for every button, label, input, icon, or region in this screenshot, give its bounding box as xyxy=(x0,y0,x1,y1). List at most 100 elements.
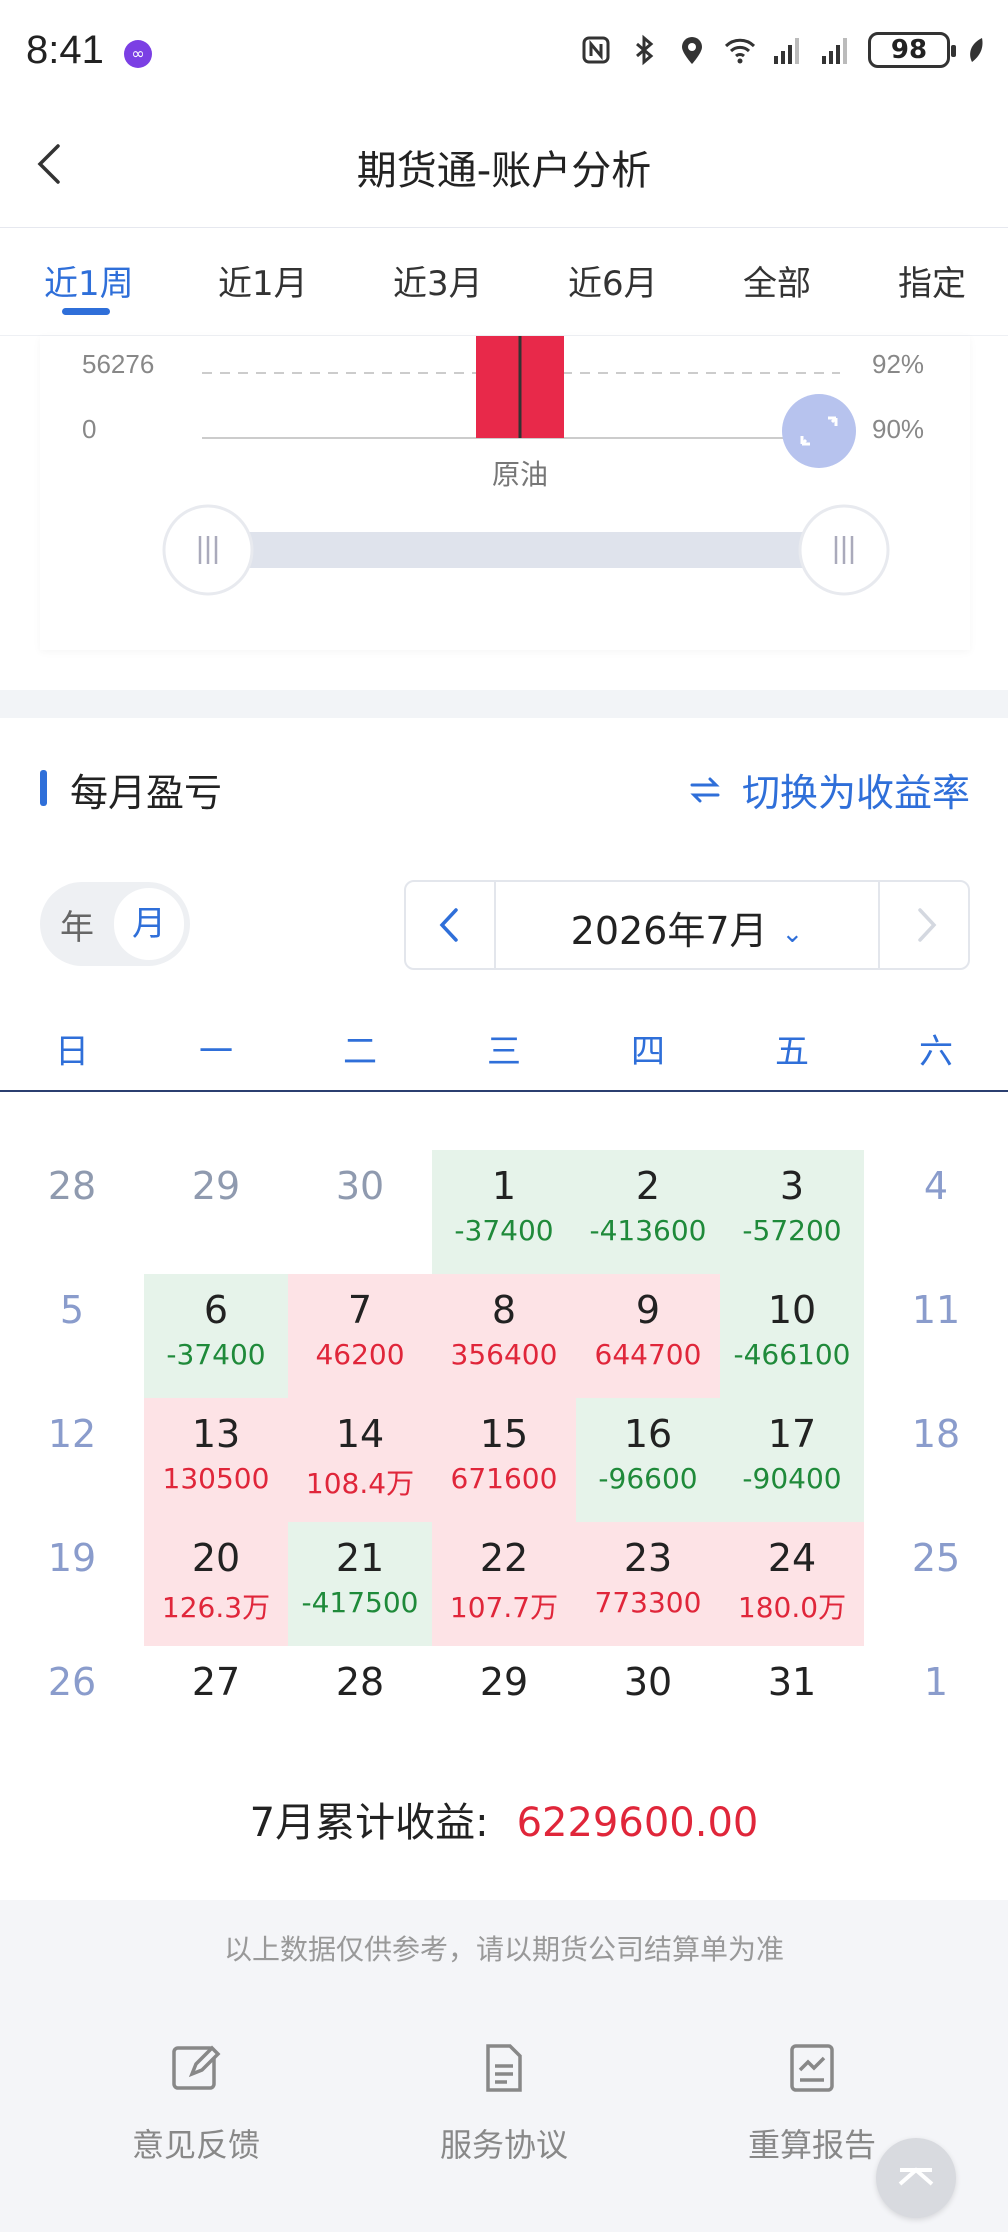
calendar-day-number: 4 xyxy=(923,1164,949,1208)
calendar-day-cell[interactable]: 13 130500 xyxy=(144,1398,288,1522)
chevron-down-icon: ⌄ xyxy=(781,918,804,949)
tab-all[interactable]: 全部 xyxy=(743,256,811,305)
calendar-day-cell[interactable]: 24 180.0万 xyxy=(720,1522,864,1646)
switch-label: 切换为收益率 xyxy=(741,771,970,815)
scroll-to-top-button[interactable] xyxy=(876,2138,956,2218)
tab-week[interactable]: 近1周 xyxy=(44,256,134,305)
weekday-thu: 四 xyxy=(631,1032,665,1072)
year-month-toggle[interactable]: 年 月 xyxy=(40,882,190,966)
calendar-day-cell[interactable]: 19 xyxy=(0,1522,144,1646)
calendar-day-cell[interactable]: 17 -90400 xyxy=(720,1398,864,1522)
calendar-day-cell[interactable]: 22 107.7万 xyxy=(432,1522,576,1646)
nfc-icon xyxy=(582,36,610,64)
calendar-day-pl: -37400 xyxy=(166,1338,266,1371)
weekday-tue: 二 xyxy=(343,1032,377,1072)
calendar-day-number: 22 xyxy=(479,1536,529,1580)
calendar-day-cell[interactable]: 1 xyxy=(864,1646,1008,1770)
calendar-day-cell[interactable]: 10 -466100 xyxy=(720,1274,864,1398)
signal-icon xyxy=(774,38,799,64)
zoom-handle-right[interactable] xyxy=(798,504,890,596)
calendar-day-cell[interactable]: 29 xyxy=(144,1150,288,1274)
calendar-day-cell[interactable]: 29 xyxy=(432,1646,576,1770)
feedback-button[interactable]: 意见反馈 xyxy=(76,2040,316,2166)
calendar-day-cell[interactable]: 11 xyxy=(864,1274,1008,1398)
pl-calendar: 28 29 30 1 -37400 2 -413600 3 -57200 4 5 6 -37400 7 46… xyxy=(0,1150,1008,1770)
calendar-day-cell[interactable]: 15 671600 xyxy=(432,1398,576,1522)
service-agreement-button[interactable]: 服务协议 xyxy=(384,2040,624,2166)
calendar-day-cell[interactable]: 30 xyxy=(288,1150,432,1274)
battery-indicator: 98 xyxy=(868,32,956,68)
zoom-handle-left[interactable] xyxy=(162,504,254,596)
calendar-day-cell[interactable]: 27 xyxy=(144,1646,288,1770)
toggle-month[interactable]: 月 xyxy=(114,888,184,960)
calendar-day-cell[interactable]: 1 -37400 xyxy=(432,1150,576,1274)
wifi-icon xyxy=(724,38,756,64)
month-select[interactable]: 2026年7月 ⌄ xyxy=(496,900,878,955)
calendar-day-cell[interactable]: 23 773300 xyxy=(576,1522,720,1646)
zoom-slider-track[interactable] xyxy=(175,532,830,568)
toggle-year[interactable]: 年 xyxy=(60,900,94,949)
calendar-day-cell[interactable]: 30 xyxy=(576,1646,720,1770)
y-left-tick-bottom: 0 xyxy=(82,414,96,444)
calendar-day-pl: 126.3万 xyxy=(161,1591,271,1624)
calendar-day-number: 5 xyxy=(59,1288,85,1332)
calendar-day-cell[interactable]: 28 xyxy=(288,1646,432,1770)
y-right-tick-top: 92% xyxy=(872,349,924,379)
tab-custom[interactable]: 指定 xyxy=(898,256,966,305)
tab-1-month[interactable]: 近1月 xyxy=(218,256,308,305)
calendar-day-number: 2 xyxy=(635,1164,661,1208)
calendar-day-cell[interactable]: 3 -57200 xyxy=(720,1150,864,1274)
weekday-mon: 一 xyxy=(199,1032,233,1072)
tab-3-months[interactable]: 近3月 xyxy=(393,256,483,305)
calendar-day-cell[interactable]: 4 xyxy=(864,1150,1008,1274)
weekday-header: 日 一 二 三 四 五 六 xyxy=(0,1016,1008,1092)
next-month-button[interactable] xyxy=(878,882,968,968)
calendar-day-cell[interactable]: 9 644700 xyxy=(576,1274,720,1398)
weekday-sat: 六 xyxy=(919,1032,953,1072)
leaf-icon xyxy=(970,38,983,62)
calendar-day-number: 19 xyxy=(47,1536,97,1580)
calendar-day-cell[interactable]: 2 -413600 xyxy=(576,1150,720,1274)
chevron-left-icon xyxy=(439,908,458,942)
calendar-day-cell[interactable]: 12 xyxy=(0,1398,144,1522)
page-title: 期货通-账户分析 xyxy=(356,148,652,194)
calendar-day-cell[interactable]: 26 xyxy=(0,1646,144,1770)
calendar-day-cell[interactable]: 8 356400 xyxy=(432,1274,576,1398)
calendar-day-pl: 130500 xyxy=(162,1462,270,1495)
calendar-day-cell[interactable]: 28 xyxy=(0,1150,144,1274)
x-category-label: 原油 xyxy=(492,459,548,490)
switch-to-return-rate-button[interactable]: 切换为收益率 xyxy=(686,762,970,817)
calendar-day-pl: 671600 xyxy=(450,1462,558,1495)
calendar-day-cell[interactable]: 14 108.4万 xyxy=(288,1398,432,1522)
calendar-day-cell[interactable]: 21 -417500 xyxy=(288,1522,432,1646)
report-chart-icon xyxy=(790,2044,834,2092)
expand-chart-button[interactable] xyxy=(782,394,856,468)
tab-6-months[interactable]: 近6月 xyxy=(568,256,658,305)
calendar-day-pl: -57200 xyxy=(742,1214,842,1247)
active-tab-indicator xyxy=(62,308,110,315)
navigation-bar: 期货通-账户分析 xyxy=(0,100,1008,228)
monthly-total: 7月累计收益: 6229600.00 xyxy=(0,1790,1008,1848)
calendar-day-cell[interactable]: 6 -37400 xyxy=(144,1274,288,1398)
y-left-tick-top: 56276 xyxy=(82,349,154,379)
calendar-day-cell[interactable]: 31 xyxy=(720,1646,864,1770)
footer: 以上数据仅供参考，请以期货公司结算单为准 意见反馈 服务协议 重算报告 xyxy=(0,1900,1008,2232)
y-right-tick-bottom: 90% xyxy=(872,414,924,444)
arrow-up-icon xyxy=(898,2167,934,2186)
period-tabs: 近1周 近1月 近3月 近6月 全部 指定 xyxy=(0,228,1008,336)
section-divider xyxy=(0,690,1008,718)
calendar-day-cell[interactable]: 20 126.3万 xyxy=(144,1522,288,1646)
swap-icon xyxy=(690,777,720,802)
calendar-day-pl: 46200 xyxy=(315,1338,405,1371)
previous-month-button[interactable] xyxy=(406,882,496,968)
calendar-day-cell[interactable]: 16 -96600 xyxy=(576,1398,720,1522)
calendar-day-cell[interactable]: 18 xyxy=(864,1398,1008,1522)
calendar-day-number: 10 xyxy=(767,1288,817,1332)
calendar-day-cell[interactable]: 7 46200 xyxy=(288,1274,432,1398)
calendar-day-number: 28 xyxy=(47,1164,97,1208)
calendar-day-pl: 108.4万 xyxy=(305,1467,415,1500)
calendar-day-number: 1 xyxy=(923,1660,949,1704)
calendar-day-cell[interactable]: 5 xyxy=(0,1274,144,1398)
calendar-day-cell[interactable]: 25 xyxy=(864,1522,1008,1646)
calendar-day-number: 16 xyxy=(623,1412,673,1456)
